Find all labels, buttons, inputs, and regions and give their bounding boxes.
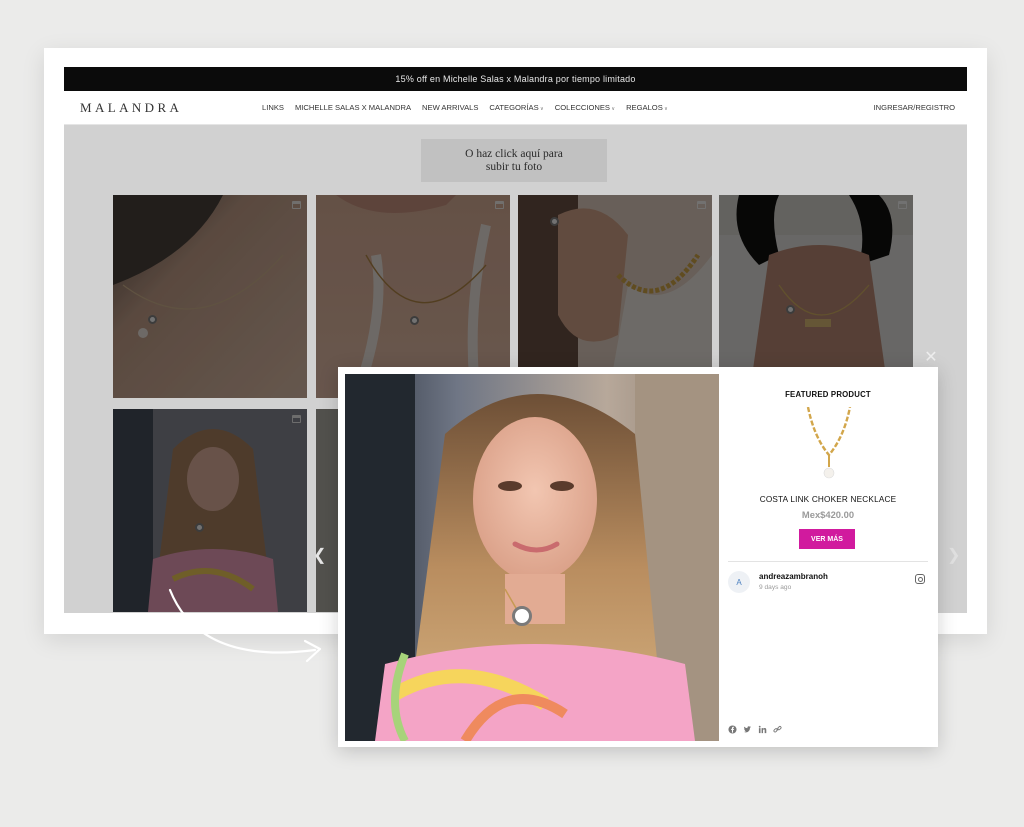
- facebook-icon[interactable]: [728, 725, 737, 734]
- login-link[interactable]: INGRESAR/REGISTRO: [874, 103, 955, 112]
- divider: [728, 561, 928, 562]
- pointer-arrow: [168, 588, 322, 663]
- menu-item-new-arrivals[interactable]: NEW ARRIVALS: [422, 103, 478, 112]
- photo-girl-portrait: [345, 374, 719, 741]
- menu-item-regalos[interactable]: REGALOS: [626, 103, 668, 112]
- ver-mas-button[interactable]: VER MÁS: [799, 529, 855, 549]
- chevron-right-icon[interactable]: ❯: [947, 545, 960, 565]
- menu-item-michelle-salas[interactable]: MICHELLE SALAS X MALANDRA: [295, 103, 411, 112]
- promo-bar[interactable]: 15% off en Michelle Salas x Malandra por…: [64, 67, 967, 91]
- avatar[interactable]: A: [728, 571, 750, 593]
- post-timestamp: 9 days ago: [759, 584, 792, 591]
- photo-modal: FEATURED PRODUCT COSTA LINK CHOKER NECKL…: [338, 367, 938, 747]
- menu-item-categorias[interactable]: CATEGORÍAS: [489, 103, 543, 112]
- menu-item-links[interactable]: LINKS: [262, 103, 284, 112]
- site-nav: MALANDRA LINKS MICHELLE SALAS X MALANDRA…: [64, 91, 967, 125]
- username[interactable]: andreazambranoh: [759, 572, 828, 581]
- linkedin-icon[interactable]: [758, 725, 767, 734]
- close-icon[interactable]: ✕: [923, 350, 939, 366]
- twitter-icon[interactable]: [743, 725, 752, 734]
- featured-title: FEATURED PRODUCT: [785, 390, 871, 399]
- instagram-icon[interactable]: [915, 574, 925, 584]
- brand-logo[interactable]: MALANDRA: [80, 100, 262, 116]
- link-icon[interactable]: [773, 725, 782, 734]
- product-name[interactable]: COSTA LINK CHOKER NECKLACE: [728, 495, 928, 504]
- product-panel: FEATURED PRODUCT COSTA LINK CHOKER NECKL…: [728, 367, 928, 747]
- menu-item-colecciones[interactable]: COLECCIONES: [555, 103, 615, 112]
- chevron-left-icon[interactable]: ❮: [313, 545, 326, 565]
- product-image[interactable]: [794, 407, 864, 487]
- product-tag-dot[interactable]: [512, 606, 532, 626]
- modal-photo: [345, 374, 719, 741]
- share-bar: [728, 725, 782, 734]
- product-price: Mex$420.00: [801, 509, 855, 520]
- main-menu: LINKS MICHELLE SALAS X MALANDRA NEW ARRI…: [262, 103, 874, 112]
